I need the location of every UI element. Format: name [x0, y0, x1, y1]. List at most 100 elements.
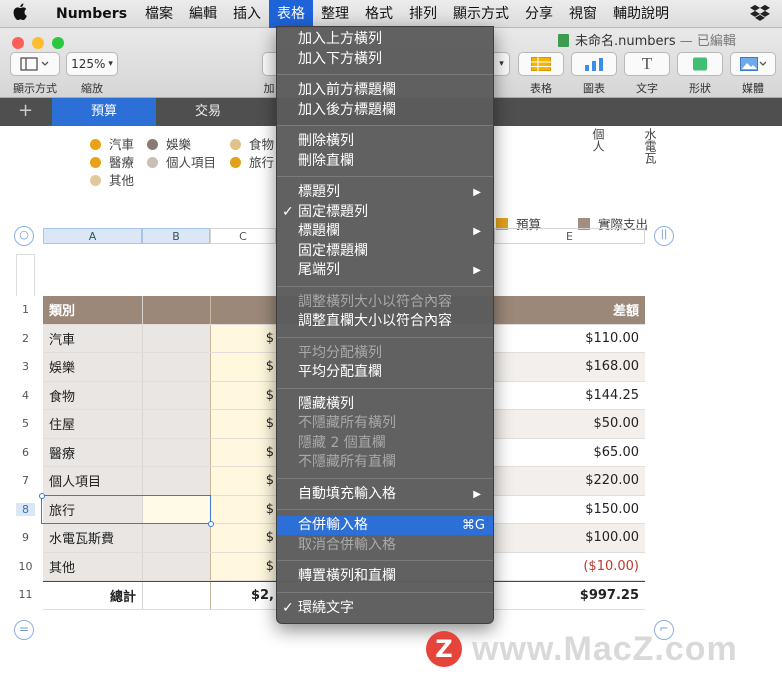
menu-item[interactable]: 調整直欄大小以符合內容 [277, 312, 493, 331]
diff-cell[interactable]: $100.00 [494, 524, 645, 552]
table-cell[interactable]: $ [210, 524, 276, 552]
close-window-button[interactable] [12, 37, 24, 49]
row-number[interactable]: 6 [16, 446, 35, 459]
diff-cell[interactable]: $144.25 [494, 382, 645, 410]
selection-handle[interactable] [208, 521, 214, 527]
view-button[interactable] [10, 52, 60, 76]
table-cell[interactable] [142, 353, 210, 381]
category-cell[interactable]: 醫療 [43, 438, 142, 466]
category-cell[interactable]: 汽車 [43, 324, 142, 352]
menu-arrange[interactable]: 排列 [401, 0, 445, 28]
minimize-window-button[interactable] [32, 37, 44, 49]
text-button[interactable]: T [624, 52, 670, 76]
row-number[interactable]: 10 [16, 560, 35, 573]
menu-item[interactable]: 刪除直欄 [277, 152, 493, 171]
menu-item[interactable]: 標題列 ▶ [277, 183, 493, 202]
dropbox-icon[interactable] [750, 4, 770, 24]
table-cell[interactable] [210, 296, 276, 324]
row-number[interactable]: 4 [16, 389, 35, 402]
apple-logo-icon[interactable] [0, 3, 40, 25]
table-cell[interactable]: $ [210, 324, 276, 352]
menu-item[interactable]: 平均分配直欄 [277, 363, 493, 382]
table-cell[interactable]: $ [210, 381, 276, 409]
menu-item[interactable]: 自動填充輸入格 ▶ [277, 485, 493, 504]
category-cell[interactable]: 住屋 [43, 410, 142, 438]
table-cell[interactable] [142, 552, 210, 580]
shape-button[interactable] [677, 52, 723, 76]
diff-cell[interactable]: ($10.00) [494, 553, 645, 581]
menu-format[interactable]: 格式 [357, 0, 401, 28]
header-cell-diff[interactable]: 差額 [494, 296, 645, 324]
table-cell[interactable]: $ [210, 495, 276, 523]
menu-item[interactable]: 加入上方橫列 [277, 30, 493, 49]
menu-item[interactable]: 轉置橫列和直欄 [277, 567, 493, 586]
menu-table[interactable]: 表格 [269, 0, 314, 28]
category-cell[interactable]: 總計 [43, 582, 142, 609]
table-cell[interactable]: $ [210, 438, 276, 466]
table-cell[interactable]: $ [210, 353, 276, 381]
row-number[interactable]: 5 [16, 417, 35, 430]
menu-insert[interactable]: 插入 [225, 0, 269, 28]
category-cell[interactable]: 食物 [43, 381, 142, 409]
diff-cell[interactable]: $220.00 [494, 467, 645, 495]
add-row-handle[interactable]: = [14, 620, 34, 640]
table-cell[interactable] [142, 381, 210, 409]
row-number[interactable]: 8 [16, 502, 35, 516]
table-cell[interactable] [142, 296, 210, 324]
table-cell[interactable] [142, 324, 210, 352]
table-cell[interactable] [142, 438, 210, 466]
header-cell-category[interactable]: 類別 [43, 296, 142, 324]
selection-handle[interactable] [39, 492, 45, 499]
table-button[interactable] [518, 52, 564, 76]
insert-button-partial[interactable] [262, 52, 276, 76]
menu-view[interactable]: 顯示方式 [445, 0, 517, 28]
row-number[interactable]: 7 [16, 474, 35, 487]
menu-share[interactable]: 分享 [517, 0, 561, 28]
diff-cell[interactable]: $168.00 [494, 353, 645, 381]
add-sheet-button[interactable]: + [18, 100, 33, 121]
menu-help[interactable]: 輔助說明 [605, 0, 677, 28]
menu-item[interactable]: 隱藏橫列 [277, 395, 493, 414]
category-cell[interactable]: 個人項目 [43, 467, 142, 495]
diff-cell[interactable]: $65.00 [494, 439, 645, 467]
row-number[interactable]: 1 [16, 303, 35, 316]
table-cell[interactable]: $2, [210, 582, 276, 609]
table-cell[interactable] [142, 410, 210, 438]
row-number[interactable]: 3 [16, 360, 35, 373]
row-number[interactable]: 9 [16, 531, 35, 544]
category-cell[interactable]: 其他 [43, 552, 142, 580]
zoom-select[interactable]: 125% ▾ [66, 52, 118, 76]
menu-edit[interactable]: 編輯 [181, 0, 225, 28]
diff-cell[interactable]: $50.00 [494, 410, 645, 438]
table-cell[interactable] [142, 524, 210, 552]
menu-file[interactable]: 檔案 [137, 0, 181, 28]
select-table-handle[interactable]: ○ [14, 226, 34, 246]
chart-button[interactable] [571, 52, 617, 76]
menu-item[interactable]: 加入後方標題欄 [277, 101, 493, 120]
menu-organize[interactable]: 整理 [313, 0, 357, 28]
table-cell[interactable] [142, 582, 210, 609]
diff-cell[interactable]: $150.00 [494, 496, 645, 524]
diff-cell[interactable]: $110.00 [494, 325, 645, 353]
column-header-e[interactable]: E [494, 228, 645, 244]
menu-item[interactable]: 加入下方橫列 [277, 50, 493, 69]
menu-window[interactable]: 視窗 [561, 0, 605, 28]
row-number[interactable]: 2 [16, 332, 35, 345]
menu-item[interactable]: 標題欄 ▶ [277, 222, 493, 241]
category-cell[interactable]: 旅行 [43, 495, 142, 523]
diff-cell[interactable]: $997.25 [494, 582, 645, 609]
table-cell[interactable]: $ [210, 467, 276, 495]
category-cell[interactable]: 娛樂 [43, 353, 142, 381]
media-button[interactable] [730, 52, 776, 76]
column-resize-handle[interactable]: || [654, 226, 674, 246]
category-cell[interactable]: 水電瓦斯費 [43, 524, 142, 552]
menu-item[interactable]: 尾端列 ▶ [277, 261, 493, 280]
column-header-a[interactable]: A [43, 228, 142, 244]
menu-item[interactable]: ✓ 固定標題列 [277, 203, 493, 222]
zoom-window-button[interactable] [52, 37, 64, 49]
table-cell[interactable] [142, 467, 210, 495]
table-cell[interactable]: $ [210, 410, 276, 438]
chevron-down-icon[interactable]: ▾ [494, 52, 510, 76]
table-cell[interactable]: $ [210, 552, 276, 580]
tab-budget[interactable]: 預算 [52, 98, 156, 126]
